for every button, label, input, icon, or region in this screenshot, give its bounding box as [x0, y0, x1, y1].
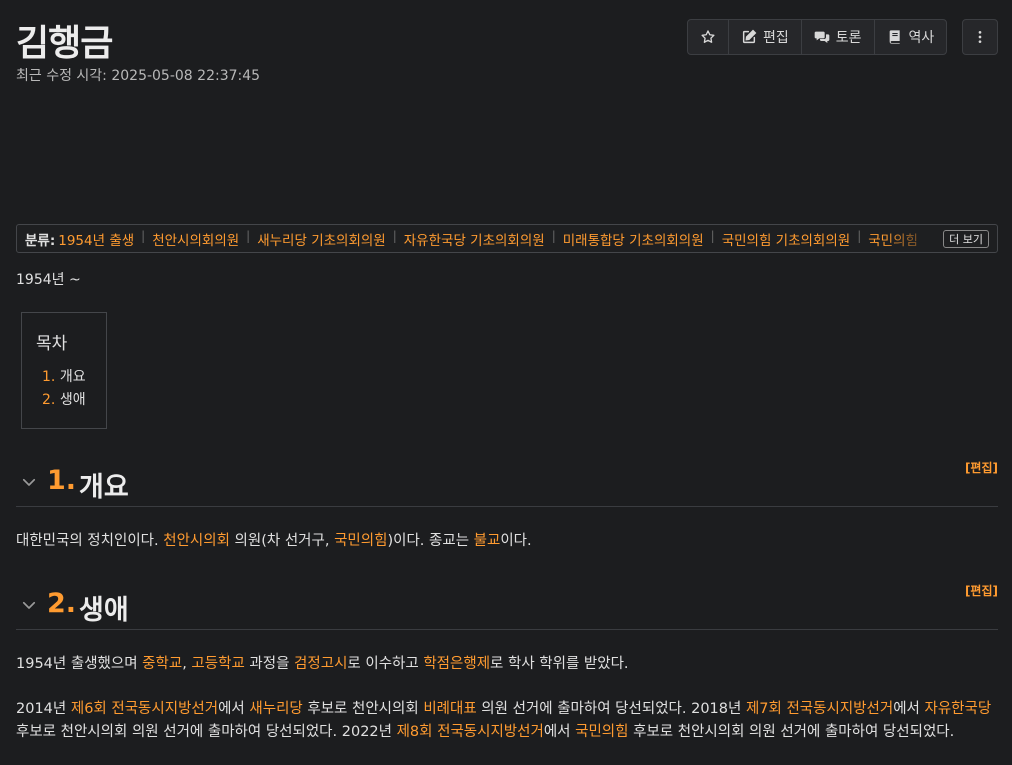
section-edit-link[interactable]: [편집] [965, 459, 998, 476]
more-options-button[interactable] [962, 19, 998, 55]
discuss-button[interactable]: 토론 [802, 20, 875, 54]
section-edit-link[interactable]: [편집] [965, 582, 998, 599]
category-separator: | [246, 228, 251, 243]
link[interactable]: 국민의힘 [334, 533, 387, 549]
category-separator: | [392, 228, 397, 243]
text: 후보로 천안시의회 의원 선거에 출마하여 당선되었다. [628, 724, 955, 740]
link[interactable]: 새누리당 [249, 701, 302, 717]
link[interactable]: 제8회 전국동시지방선거 [397, 724, 544, 740]
overview-paragraph: 대한민국의 정치인이다. 천안시의회 의원(차 선거구, 국민의힘)이다. 종교… [16, 530, 998, 553]
article-toolbar: 편집 토론 역사 [687, 19, 948, 55]
history-button-label: 역사 [908, 30, 935, 46]
text: 의원(차 선거구, [229, 533, 335, 549]
text: 로 학사 학위를 받았다. [490, 656, 629, 672]
text: 에서 [543, 724, 576, 740]
link[interactable]: 불교 [474, 533, 501, 549]
toc-item-number[interactable]: 1. [42, 369, 55, 385]
link[interactable]: 학점은행제 [423, 656, 490, 672]
edit-icon [742, 29, 757, 44]
table-of-contents: 목차 1. 개요 2. 생애 [21, 312, 107, 429]
text: 후보로 천안시의회 [302, 701, 424, 717]
category-separator: | [710, 228, 715, 243]
text: 2014년 [16, 701, 71, 717]
category-separator: | [141, 228, 146, 243]
section-title: 생애 [79, 595, 129, 626]
history-button[interactable]: 역사 [875, 20, 947, 54]
link[interactable]: 자유한국당 [924, 701, 991, 717]
category-separator: | [857, 228, 862, 243]
text: 1954년 출생했으며 [16, 656, 143, 672]
toc-item-label[interactable]: 개요 [60, 369, 86, 385]
category-item[interactable]: 국민의힘 기초의회의원 [722, 229, 851, 249]
toc-item-label[interactable]: 생애 [60, 392, 86, 408]
toc-title: 목차 [36, 334, 68, 354]
text: 에서 [218, 701, 250, 717]
section-number[interactable]: 1. [47, 465, 76, 496]
book-icon [889, 30, 900, 44]
category-separator: | [551, 228, 556, 243]
text: 이다. [500, 533, 532, 549]
text: 대한민국의 정치인이다. [16, 533, 164, 549]
category-item[interactable]: 자유한국당 기초의회의원 [404, 229, 545, 249]
link[interactable]: 제7회 전국동시지방선거 [746, 701, 893, 717]
chevron-down-icon[interactable] [20, 596, 38, 614]
link[interactable]: 천안시의회 [163, 533, 230, 549]
category-label: 분류: [25, 232, 56, 249]
section-edit-label: 편집 [970, 461, 993, 475]
discuss-button-label: 토론 [835, 30, 862, 46]
lifespan-text: 1954년 ~ [16, 272, 81, 288]
toc-item: 1. 개요 [36, 366, 92, 389]
category-item[interactable]: 국민의힘 [868, 229, 918, 249]
star-icon [701, 30, 715, 43]
link[interactable]: 국민의힘 [575, 724, 628, 740]
link[interactable]: 비례대표 [423, 701, 476, 717]
category-item[interactable]: 1954년 출생 [58, 229, 134, 249]
link[interactable]: 검정고시 [294, 656, 347, 672]
text: 로 이수하고 [347, 656, 424, 672]
category-list: 1954년 출생 | 천안시의회의원 | 새누리당 기초의회의원 | 자유한국당… [58, 229, 938, 249]
toc-item: 2. 생애 [36, 389, 92, 412]
edit-button[interactable]: 편집 [729, 20, 802, 54]
category-item[interactable]: 천안시의회의원 [152, 229, 239, 249]
star-button[interactable] [688, 20, 729, 54]
page-title: 김행금 [16, 23, 113, 64]
chevron-down-icon[interactable] [20, 473, 38, 491]
text: 후보로 천안시의회 의원 선거에 출마하여 당선되었다. 2022년 [16, 724, 397, 740]
more-categories-button[interactable]: 더 보기 [943, 230, 989, 248]
section-number[interactable]: 2. [47, 588, 76, 619]
section-heading-life: 2. 생애 [편집] [16, 584, 998, 630]
section-title: 개요 [79, 472, 129, 503]
toc-item-number[interactable]: 2. [42, 392, 55, 408]
text: 에서 [893, 701, 925, 717]
edit-button-label: 편집 [763, 30, 789, 46]
link[interactable]: 제6회 전국동시지방선거 [71, 701, 218, 717]
text: 의원 선거에 출마하여 당선되었다. 2018년 [476, 701, 746, 717]
last-modified-time: 최근 수정 시각: 2025-05-08 22:37:45 [16, 68, 261, 84]
category-bar: 분류: 1954년 출생 | 천안시의회의원 | 새누리당 기초의회의원 | 자… [16, 224, 998, 253]
text: 과정을 [244, 656, 295, 672]
category-item[interactable]: 미래통합당 기초의회의원 [563, 229, 704, 249]
category-item[interactable]: 새누리당 기초의회의원 [257, 229, 386, 249]
comments-icon [814, 31, 830, 43]
life-paragraph-1: 1954년 출생했으며 중학교, 고등학교 과정을 검정고시로 이수하고 학점은… [16, 653, 998, 676]
link[interactable]: 중학교 [142, 656, 182, 672]
life-paragraph-2: 2014년 제6회 전국동시지방선거에서 새누리당 후보로 천안시의회 비례대표… [16, 698, 998, 744]
text: )이다. 종교는 [387, 533, 474, 549]
section-edit-label: 편집 [970, 584, 993, 598]
section-heading-overview: 1. 개요 [편집] [16, 461, 998, 507]
more-vertical-icon [978, 31, 982, 43]
link[interactable]: 고등학교 [191, 656, 244, 672]
